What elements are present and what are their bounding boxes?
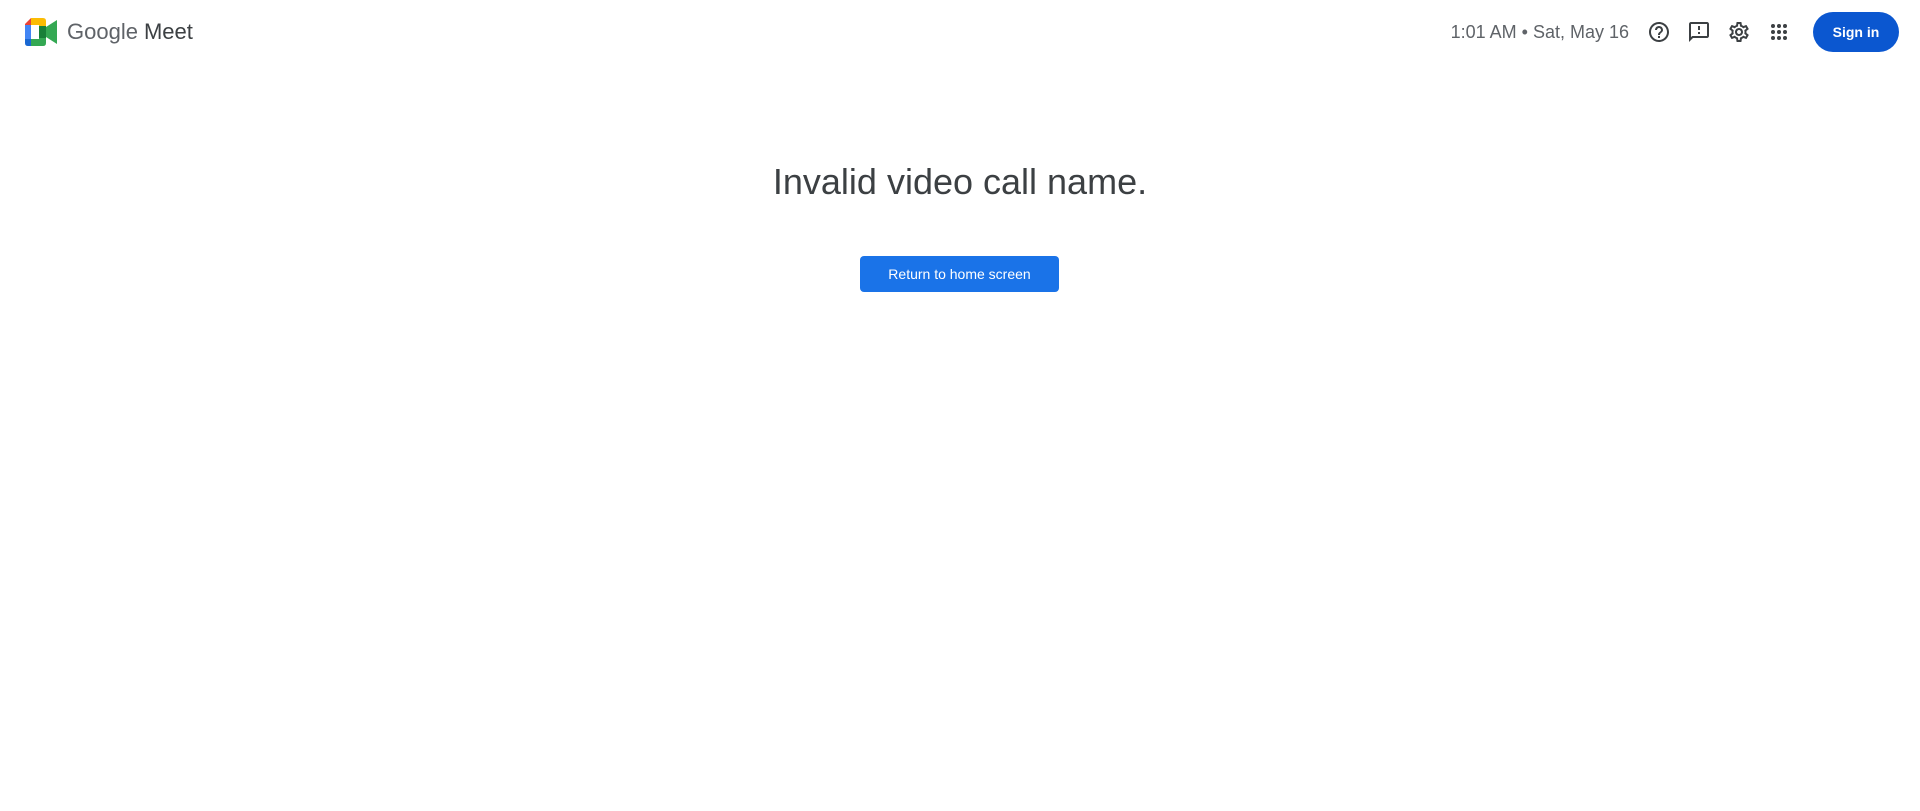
product-name: Google Meet (67, 18, 193, 46)
apps-grid-icon (1771, 24, 1787, 40)
settings-button[interactable] (1719, 12, 1759, 52)
google-meet-logo[interactable]: Google Meet (23, 17, 193, 47)
header-actions: 1:01 AM • Sat, May 16 Sign in (1451, 12, 1899, 52)
feedback-button[interactable] (1679, 12, 1719, 52)
help-button[interactable] (1639, 12, 1679, 52)
feedback-icon (1689, 22, 1709, 42)
return-home-button[interactable]: Return to home screen (860, 256, 1059, 292)
settings-icon (1729, 21, 1749, 42)
google-wordmark: Google (67, 19, 138, 44)
google-meet-icon (25, 18, 57, 46)
error-message: Invalid video call name. (772, 161, 1148, 202)
meet-wordmark: Meet (143, 19, 193, 44)
google-apps-button[interactable] (1759, 12, 1799, 52)
help-icon (1649, 22, 1669, 42)
current-date-time: 1:01 AM • Sat, May 16 (1450, 21, 1629, 42)
top-bar: Google Meet 1:01 AM • Sat, May 16 Sign i… (0, 0, 1920, 64)
sign-in-button[interactable]: Sign in (1813, 12, 1899, 52)
